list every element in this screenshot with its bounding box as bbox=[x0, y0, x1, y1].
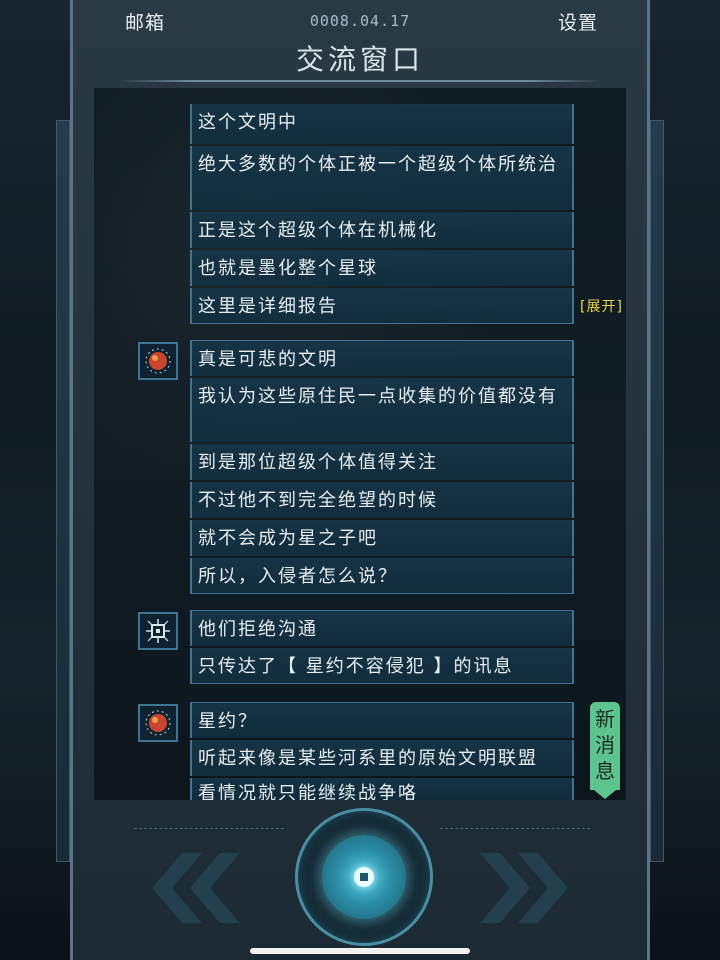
message-bubble: 绝大多数的个体正被一个超级个体所统治 bbox=[190, 146, 574, 210]
message-text: 听起来像是某些河系里的原始文明联盟 bbox=[198, 748, 538, 769]
message-text: 到是那位超级个体值得关注 bbox=[198, 452, 438, 473]
message-bubble: 星约？ bbox=[190, 702, 574, 738]
message-bubble: 不过他不到完全绝望的时候 bbox=[190, 482, 574, 518]
dial-center-dot bbox=[354, 867, 374, 887]
double-chevron-right-icon[interactable] bbox=[470, 848, 580, 928]
message-bubble: 也就是墨化整个星球 bbox=[190, 250, 574, 286]
badge-arrow-icon bbox=[594, 790, 616, 799]
message-bubble: 我认为这些原住民一点收集的价值都没有 bbox=[190, 378, 574, 442]
date-label: 0008.04.17 bbox=[309, 12, 411, 30]
message-bubble: 听起来像是某些河系里的原始文明联盟 bbox=[190, 740, 574, 776]
message-text: 这个文明中 bbox=[198, 112, 298, 133]
header-divider bbox=[118, 80, 602, 82]
message-bubble: 这个文明中 bbox=[190, 104, 574, 144]
red-planet-avatar-icon[interactable] bbox=[138, 342, 178, 380]
badge-char: 新 bbox=[595, 707, 615, 731]
message-bubble: 所以，入侵者怎么说？ bbox=[190, 558, 574, 594]
message-bubble: 就不会成为星之子吧 bbox=[190, 520, 574, 556]
message-bubble: 看情况就只能继续战争咯 bbox=[190, 778, 574, 800]
double-chevron-left-icon[interactable] bbox=[140, 848, 250, 928]
dial-glow bbox=[322, 835, 406, 919]
badge-char: 息 bbox=[595, 759, 615, 783]
home-indicator[interactable] bbox=[250, 948, 470, 954]
message-text: 看情况就只能继续战争咯 bbox=[198, 783, 418, 800]
message-bubble: 这里是详细报告 bbox=[190, 288, 574, 324]
badge-char: 消 bbox=[595, 733, 615, 757]
message-text: 只传达了【 星约不容侵犯 】的讯息 bbox=[198, 656, 514, 677]
new-message-badge[interactable]: 新 消 息 bbox=[590, 702, 620, 790]
bottom-controls bbox=[90, 800, 630, 960]
message-text: 星约？ bbox=[198, 711, 258, 732]
divider bbox=[440, 828, 590, 829]
message-text: 这里是详细报告 bbox=[198, 296, 338, 317]
dial-button-icon[interactable] bbox=[295, 808, 433, 946]
message-bubble: 他们拒绝沟通 bbox=[190, 610, 574, 646]
window-title: 交流窗口 bbox=[295, 43, 424, 76]
message-text: 我认为这些原住民一点收集的价值都没有 bbox=[198, 386, 558, 407]
message-bubble: 真是可悲的文明 bbox=[190, 340, 574, 376]
message-text: 正是这个超级个体在机械化 bbox=[198, 220, 438, 241]
message-bubble: 到是那位超级个体值得关注 bbox=[190, 444, 574, 480]
message-bubble: 只传达了【 星约不容侵犯 】的讯息 bbox=[190, 648, 574, 684]
game-screen: 邮箱 0008.04.17 设置 交流窗口 这个文明中 绝大多数的个体正被一个超… bbox=[0, 0, 720, 960]
message-text: 就不会成为星之子吧 bbox=[198, 528, 378, 549]
divider bbox=[134, 828, 284, 829]
expand-report-button[interactable]: [展开] bbox=[580, 296, 623, 316]
message-bubble: 正是这个超级个体在机械化 bbox=[190, 212, 574, 248]
message-text: 所以，入侵者怎么说？ bbox=[198, 566, 398, 587]
red-planet-avatar-icon[interactable] bbox=[138, 704, 178, 742]
settings-button[interactable]: 设置 bbox=[558, 8, 598, 35]
message-text: 也就是墨化整个星球 bbox=[198, 258, 378, 279]
circuit-chip-avatar-icon[interactable] bbox=[138, 612, 178, 650]
message-text: 真是可悲的文明 bbox=[198, 349, 338, 370]
message-text: 他们拒绝沟通 bbox=[198, 619, 318, 640]
message-text: 不过他不到完全绝望的时候 bbox=[198, 490, 438, 511]
message-text: 绝大多数的个体正被一个超级个体所统治 bbox=[198, 154, 558, 175]
header: 邮箱 0008.04.17 设置 交流窗口 bbox=[90, 0, 630, 90]
